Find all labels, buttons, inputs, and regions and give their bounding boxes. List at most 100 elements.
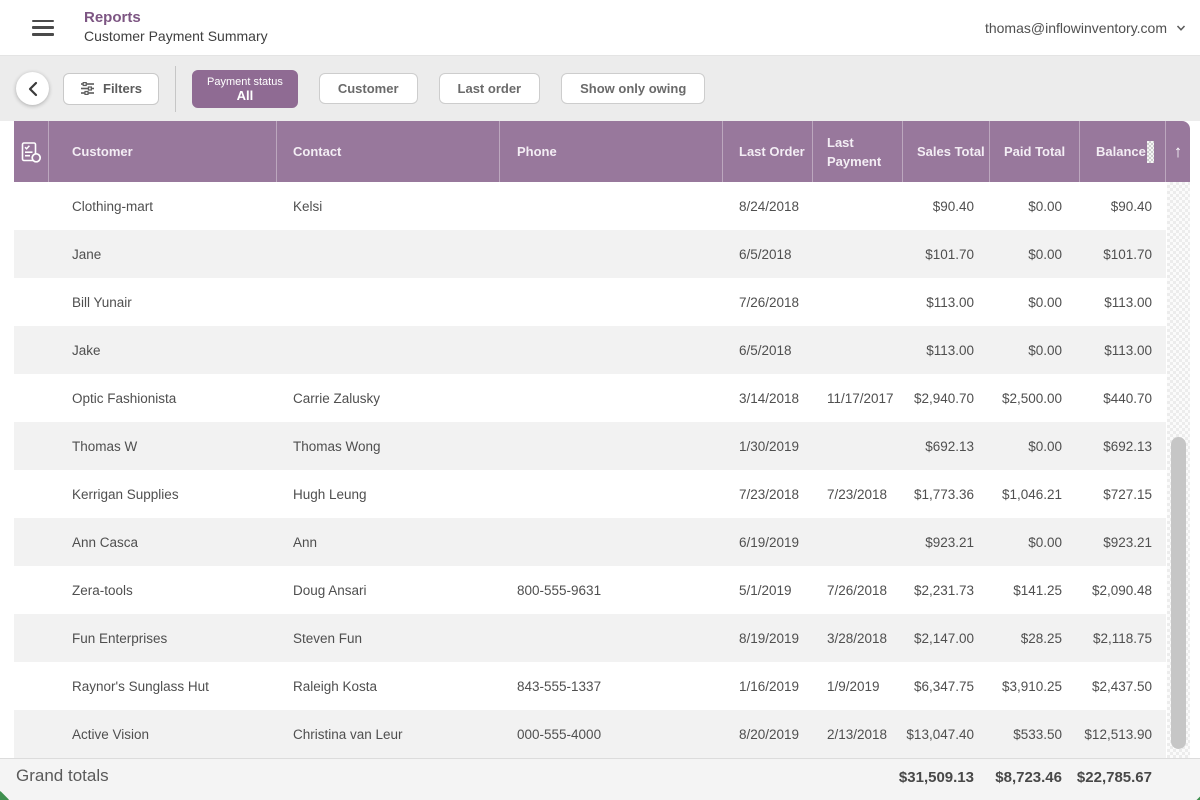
cell-balance: $113.00: [1080, 278, 1166, 326]
table-row[interactable]: Jake6/5/2018$113.00$0.00$113.00: [14, 326, 1166, 374]
cell-contact: [277, 230, 500, 278]
cell-balance: $101.70: [1080, 230, 1166, 278]
cell-paid-total: $2,500.00: [990, 374, 1080, 422]
table-row[interactable]: Bill Yunair7/26/2018$113.00$0.00$113.00: [14, 278, 1166, 326]
cell-icon: [14, 374, 49, 422]
cell-sales-total: $2,147.00: [903, 614, 990, 662]
cell-customer: Kerrigan Supplies: [49, 470, 277, 518]
column-header-paid-total[interactable]: Paid Total: [990, 121, 1080, 182]
chip-last-order-label: Last order: [458, 81, 522, 96]
table-row[interactable]: Active VisionChristina van Leur000-555-4…: [14, 710, 1166, 758]
column-header-balance-label: Balance: [1096, 142, 1146, 161]
column-settings-button[interactable]: [14, 121, 49, 182]
column-header-last-payment[interactable]: Last Payment: [813, 121, 903, 182]
cell-sales-total: $923.21: [903, 518, 990, 566]
table-row[interactable]: Kerrigan SuppliesHugh Leung7/23/20187/23…: [14, 470, 1166, 518]
cell-balance: $90.40: [1080, 182, 1166, 230]
chip-payment-status[interactable]: Payment status All: [192, 70, 298, 108]
table-header: Customer Contact Phone Last Order Last P…: [14, 121, 1190, 182]
cell-contact: [277, 326, 500, 374]
table-row[interactable]: Clothing-martKelsi8/24/2018$90.40$0.00$9…: [14, 182, 1166, 230]
cell-paid-total: $0.00: [990, 518, 1080, 566]
cell-balance: $440.70: [1080, 374, 1166, 422]
table-row[interactable]: Ann CascaAnn6/19/2019$923.21$0.00$923.21: [14, 518, 1166, 566]
table-row[interactable]: Optic FashionistaCarrie Zalusky3/14/2018…: [14, 374, 1166, 422]
vertical-scrollbar-thumb[interactable]: [1171, 437, 1186, 749]
column-header-contact[interactable]: Contact: [277, 121, 500, 182]
cell-icon: [14, 278, 49, 326]
menu-icon[interactable]: [32, 20, 54, 36]
cell-last-order: 8/19/2019: [723, 614, 813, 662]
cell-customer: Ann Casca: [49, 518, 277, 566]
account-email: thomas@inflowinventory.com: [985, 20, 1167, 36]
column-header-last-order[interactable]: Last Order: [723, 121, 813, 182]
cell-balance: $727.15: [1080, 470, 1166, 518]
sort-ascending-icon[interactable]: ↑: [1166, 121, 1190, 182]
table-row[interactable]: Jane6/5/2018$101.70$0.00$101.70: [14, 230, 1166, 278]
cell-balance: $2,090.48: [1080, 566, 1166, 614]
vertical-scrollbar-track[interactable]: [1166, 182, 1190, 758]
cell-phone: [500, 470, 723, 518]
cell-last-order: 7/26/2018: [723, 278, 813, 326]
cell-last-payment: 7/23/2018: [813, 470, 903, 518]
column-header-customer-label: Customer: [72, 142, 133, 161]
cell-phone: [500, 422, 723, 470]
cell-contact: Ann: [277, 518, 500, 566]
cell-balance: $2,118.75: [1080, 614, 1166, 662]
report-table: Customer Contact Phone Last Order Last P…: [14, 121, 1190, 758]
table-row[interactable]: Thomas WThomas Wong1/30/2019$692.13$0.00…: [14, 422, 1166, 470]
cell-balance: $923.21: [1080, 518, 1166, 566]
cell-phone: 000-555-4000: [500, 710, 723, 758]
cell-paid-total: $3,910.25: [990, 662, 1080, 710]
cell-last-order: 7/23/2018: [723, 470, 813, 518]
cell-paid-total: $0.00: [990, 182, 1080, 230]
cell-contact: Raleigh Kosta: [277, 662, 500, 710]
column-header-contact-label: Contact: [293, 142, 341, 161]
column-header-balance[interactable]: Balance: [1080, 121, 1166, 182]
filter-divider: [175, 66, 176, 112]
cell-contact: Thomas Wong: [277, 422, 500, 470]
top-bar: Reports Customer Payment Summary thomas@…: [0, 0, 1200, 56]
cell-paid-total: $0.00: [990, 278, 1080, 326]
grand-total-balance: $22,785.67: [1077, 769, 1152, 786]
sort-indicator-glyph: ↑: [1174, 142, 1183, 161]
cell-icon: [14, 422, 49, 470]
cell-last-order: 6/5/2018: [723, 326, 813, 374]
filter-bar: Filters Payment status All Customer Last…: [0, 56, 1200, 121]
cell-balance: $12,513.90: [1080, 710, 1166, 758]
cell-paid-total: $533.50: [990, 710, 1080, 758]
cell-paid-total: $0.00: [990, 326, 1080, 374]
cell-customer: Jake: [49, 326, 277, 374]
cell-paid-total: $0.00: [990, 422, 1080, 470]
column-header-last-payment-label: Last Payment: [827, 133, 902, 171]
chip-show-only-owing[interactable]: Show only owing: [561, 73, 705, 104]
table-row[interactable]: Fun EnterprisesSteven Fun8/19/20193/28/2…: [14, 614, 1166, 662]
cell-last-payment: [813, 518, 903, 566]
cell-last-payment: 2/13/2018: [813, 710, 903, 758]
cell-sales-total: $6,347.75: [903, 662, 990, 710]
cell-last-order: 6/5/2018: [723, 230, 813, 278]
chip-payment-status-value: All: [237, 89, 254, 103]
cell-last-payment: 3/28/2018: [813, 614, 903, 662]
table-row[interactable]: Zera-toolsDoug Ansari800-555-96315/1/201…: [14, 566, 1166, 614]
cell-icon: [14, 566, 49, 614]
cell-sales-total: $113.00: [903, 278, 990, 326]
cell-customer: Thomas W: [49, 422, 277, 470]
back-button[interactable]: [16, 72, 49, 105]
chip-customer-label: Customer: [338, 81, 399, 96]
cell-paid-total: $1,046.21: [990, 470, 1080, 518]
column-header-paid-total-label: Paid Total: [1004, 142, 1065, 161]
column-header-sales-total[interactable]: Sales Total: [903, 121, 990, 182]
account-menu[interactable]: thomas@inflowinventory.com: [985, 20, 1186, 36]
chip-customer[interactable]: Customer: [319, 73, 418, 104]
table-row[interactable]: Raynor's Sunglass HutRaleigh Kosta843-55…: [14, 662, 1166, 710]
cell-icon: [14, 230, 49, 278]
cell-last-order: 1/30/2019: [723, 422, 813, 470]
cell-sales-total: $2,940.70: [903, 374, 990, 422]
filters-button[interactable]: Filters: [63, 73, 159, 105]
column-header-customer[interactable]: Customer: [49, 121, 277, 182]
filters-label: Filters: [103, 81, 142, 96]
column-header-phone[interactable]: Phone: [500, 121, 723, 182]
chip-payment-status-label: Payment status: [207, 75, 283, 89]
chip-last-order[interactable]: Last order: [439, 73, 541, 104]
